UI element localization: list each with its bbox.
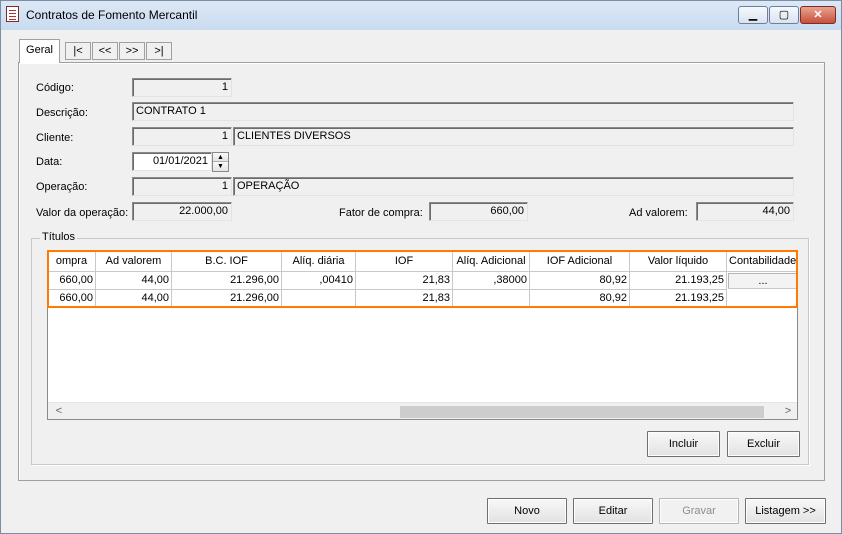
cell-valor-liquido: 21.193,25: [630, 272, 727, 290]
listagem-button[interactable]: Listagem >>: [745, 498, 826, 524]
nav-last-button[interactable]: >|: [146, 42, 172, 60]
cliente-name-field: CLIENTES DIVERSOS: [233, 127, 794, 146]
col-header-iof-adicional[interactable]: IOF Adicional: [530, 251, 630, 272]
cell-aliq-diaria: [282, 290, 356, 308]
nav-first-button[interactable]: |<: [65, 42, 91, 60]
ad-valorem-field[interactable]: 44,00: [696, 202, 794, 221]
cell-iof-adicional: 80,92: [530, 290, 630, 308]
col-header-aliq-diaria[interactable]: Alíq. diária: [282, 251, 356, 272]
scroll-right-icon[interactable]: >: [781, 403, 795, 420]
operacao-name-field: OPERAÇÃO: [233, 177, 794, 196]
scrollbar-thumb[interactable]: [400, 406, 764, 418]
valor-operacao-field[interactable]: 22.000,00: [132, 202, 232, 221]
fator-compra-label: Fator de compra:: [339, 207, 423, 219]
spin-up-icon[interactable]: ▲: [213, 153, 228, 162]
cell-bc-iof: 21.296,00: [172, 272, 282, 290]
nav-next-button[interactable]: >>: [119, 42, 145, 60]
cell-compra: 660,00: [48, 290, 96, 308]
col-header-aliq-adicional[interactable]: Alíq. Adicional: [453, 251, 530, 272]
horizontal-scrollbar[interactable]: < >: [48, 402, 797, 419]
operacao-label: Operação:: [36, 181, 88, 193]
fator-compra-field[interactable]: 660,00: [429, 202, 528, 221]
data-label: Data:: [36, 156, 63, 168]
window-title: Contratos de Fomento Mercantil: [26, 8, 198, 22]
col-header-iof[interactable]: IOF: [356, 251, 453, 272]
data-field[interactable]: 01/01/2021: [132, 152, 212, 171]
cell-contabilidade: [727, 290, 797, 308]
contabilidade-ellipsis-button[interactable]: ...: [728, 273, 797, 289]
col-header-bc-iof[interactable]: B.C. IOF: [172, 251, 282, 272]
cell-iof: 21,83: [356, 272, 453, 290]
cliente-label: Cliente:: [36, 132, 74, 144]
col-header-compra[interactable]: ompra: [48, 251, 96, 272]
table-row[interactable]: 660,00 44,00 21.296,00 21,83 80,92 21.19…: [48, 290, 797, 308]
cell-bc-iof: 21.296,00: [172, 290, 282, 308]
tab-geral[interactable]: Geral: [19, 39, 60, 63]
table-row[interactable]: 660,00 44,00 21.296,00 ,00410 21,83 ,380…: [48, 272, 797, 290]
app-document-icon: [6, 6, 19, 22]
cell-aliq-adicional: ,38000: [453, 272, 530, 290]
scroll-left-icon[interactable]: <: [52, 403, 66, 420]
valor-operacao-label: Valor da operação:: [36, 207, 129, 219]
incluir-button[interactable]: Incluir: [647, 431, 720, 457]
operacao-code-field[interactable]: 1: [132, 177, 232, 196]
ad-valorem-label: Ad valorem:: [629, 207, 688, 219]
codigo-label: Código:: [36, 82, 74, 94]
cell-aliq-adicional: [453, 290, 530, 308]
date-spinner[interactable]: ▲ ▼: [212, 152, 229, 172]
cell-ad-valorem: 44,00: [96, 272, 172, 290]
descricao-field[interactable]: CONTRATO 1: [132, 102, 794, 121]
nav-previous-button[interactable]: <<: [92, 42, 118, 60]
cell-iof-adicional: 80,92: [530, 272, 630, 290]
minimize-button[interactable]: ▁: [738, 6, 768, 24]
spin-down-icon[interactable]: ▼: [213, 162, 228, 171]
novo-button[interactable]: Novo: [487, 498, 567, 524]
cell-aliq-diaria: ,00410: [282, 272, 356, 290]
gravar-button[interactable]: Gravar: [659, 498, 739, 524]
codigo-field[interactable]: 1: [132, 78, 232, 97]
maximize-button[interactable]: ▢: [769, 6, 799, 24]
grid-header: ompra Ad valorem B.C. IOF Alíq. diária I…: [48, 251, 797, 272]
cell-compra: 660,00: [48, 272, 96, 290]
col-header-valor-liquido[interactable]: Valor líquido: [630, 251, 727, 272]
col-header-contabilidade[interactable]: Contabilidade: [727, 251, 797, 272]
titulos-group-label: Títulos: [40, 231, 78, 243]
excluir-button[interactable]: Excluir: [727, 431, 800, 457]
cliente-code-field[interactable]: 1: [132, 127, 232, 146]
cell-iof: 21,83: [356, 290, 453, 308]
titulos-grid[interactable]: ompra Ad valorem B.C. IOF Alíq. diária I…: [47, 250, 798, 420]
cell-ad-valorem: 44,00: [96, 290, 172, 308]
descricao-label: Descrição:: [36, 107, 88, 119]
cell-valor-liquido: 21.193,25: [630, 290, 727, 308]
close-button[interactable]: ✕: [800, 6, 836, 24]
editar-button[interactable]: Editar: [573, 498, 653, 524]
col-header-ad-valorem[interactable]: Ad valorem: [96, 251, 172, 272]
